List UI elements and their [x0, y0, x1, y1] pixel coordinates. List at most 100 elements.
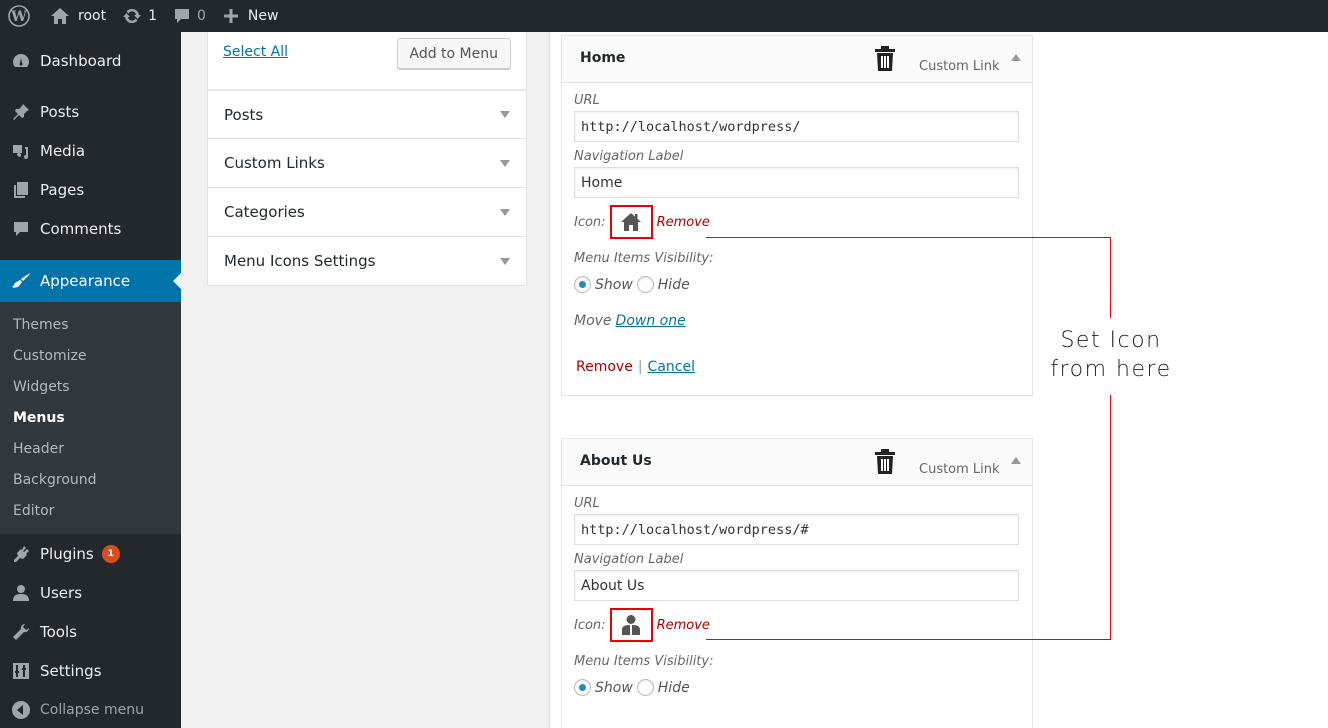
collapse-arrow-icon	[10, 699, 32, 721]
sidebar-label: Appearance	[40, 272, 131, 290]
visibility-label: Menu Items Visibility:	[574, 654, 714, 669]
sidebar-label: Comments	[40, 219, 122, 238]
icon-remove-link[interactable]: Remove	[657, 618, 710, 633]
sidebar-item-media[interactable]: Media	[0, 131, 181, 170]
menu-item-header[interactable]: About Us Custom Link	[562, 439, 1032, 486]
sidebar-item-users[interactable]: Users	[0, 573, 181, 612]
menu-item-settings: URL http://localhost/wordpress/# Navigat…	[562, 486, 1032, 696]
show-radio[interactable]	[574, 679, 591, 696]
accordion-menu-icons-settings[interactable]: Menu Icons Settings	[207, 237, 527, 286]
sidebar-item-comments[interactable]: Comments	[0, 209, 181, 248]
accordion-title: Custom Links	[224, 154, 325, 172]
icon-row: Icon: Remove	[574, 608, 1019, 642]
trash-icon[interactable]	[874, 46, 896, 76]
sidebar-label: Dashboard	[40, 51, 122, 70]
cancel-link[interactable]: Cancel	[648, 359, 695, 375]
submenu-item-background[interactable]: Background	[0, 464, 181, 495]
annotation-line-2: from here	[1050, 357, 1172, 382]
sidebar-item-posts[interactable]: Posts	[0, 92, 181, 131]
plugins-update-badge: 1	[101, 544, 120, 563]
accordion-categories[interactable]: Categories	[207, 188, 527, 237]
navigation-label-label: Navigation Label	[574, 552, 684, 567]
comments-link[interactable]: 0	[165, 0, 214, 32]
hide-radio[interactable]	[636, 679, 654, 696]
admin-sidebar: Dashboard Posts Media Pages Comments App…	[0, 32, 181, 728]
caret-up-icon[interactable]	[1011, 54, 1021, 61]
icon-picker[interactable]	[609, 608, 653, 642]
add-menu-items-panel: Select All Add to Menu Posts Custom Link…	[207, 32, 527, 286]
accordion-title: Menu Icons Settings	[224, 252, 376, 270]
submenu-item-customize[interactable]: Customize	[0, 340, 181, 371]
accordion-custom-links[interactable]: Custom Links	[207, 139, 527, 188]
new-content-link[interactable]: New	[214, 0, 287, 32]
sidebar-item-pages[interactable]: Pages	[0, 170, 181, 209]
menu-item-header[interactable]: Home Custom Link	[562, 36, 1032, 83]
hide-radio[interactable]	[636, 276, 654, 293]
visibility-radio-group: Show Hide	[574, 276, 1019, 293]
wrench-icon	[10, 621, 32, 643]
separator: |	[637, 359, 643, 375]
menu-item-home: Home Custom Link URL http://localhost/wo…	[561, 35, 1033, 396]
url-label: URL	[574, 496, 600, 511]
icon-label: Icon:	[574, 214, 606, 230]
media-icon	[10, 140, 32, 162]
visibility-label: Menu Items Visibility:	[574, 251, 714, 266]
comments-count: 0	[197, 8, 206, 24]
show-radio[interactable]	[574, 276, 591, 293]
annotation-callout: Set Icon from here	[1040, 326, 1182, 384]
accordion-title: Categories	[224, 203, 305, 221]
url-input[interactable]: http://localhost/wordpress/#	[574, 514, 1019, 545]
sidebar-label: Plugins	[40, 544, 94, 563]
site-name-link[interactable]: root	[42, 0, 114, 32]
annotation-line-bottom	[706, 639, 1111, 640]
updates-icon	[123, 8, 142, 24]
icon-remove-link[interactable]: Remove	[657, 215, 710, 230]
wordpress-logo-button[interactable]: W	[0, 0, 42, 32]
collapse-menu-button[interactable]: Collapse menu	[0, 690, 181, 728]
caret-down-icon	[500, 111, 510, 118]
move-row: Move Down one	[574, 313, 1019, 329]
hide-label: Hide	[657, 276, 690, 293]
sidebar-item-dashboard[interactable]: Dashboard	[0, 41, 181, 80]
navigation-label-label: Navigation Label	[574, 149, 684, 164]
submenu-item-themes[interactable]: Themes	[0, 309, 181, 340]
menu-item-type: Custom Link	[919, 462, 1000, 477]
accordion-title: Posts	[224, 105, 264, 124]
sidebar-label: Tools	[40, 622, 77, 641]
caret-down-icon	[500, 159, 510, 167]
submenu-item-header[interactable]: Header	[0, 433, 181, 464]
icon-picker[interactable]	[609, 205, 653, 239]
svg-text:W: W	[10, 9, 27, 25]
url-input[interactable]: http://localhost/wordpress/	[574, 111, 1019, 142]
move-down-one-link[interactable]: Down one	[616, 313, 686, 329]
annotation-line-lower-vertical	[1110, 395, 1111, 640]
updates-link[interactable]: 1	[114, 0, 165, 32]
caret-up-icon[interactable]	[1011, 457, 1021, 464]
caret-down-icon	[500, 208, 510, 216]
menu-item-about-us: About Us Custom Link URL http://localhos…	[561, 438, 1033, 728]
submenu-item-editor[interactable]: Editor	[0, 495, 181, 526]
updates-count: 1	[148, 8, 157, 24]
select-all-link[interactable]: Select All	[223, 44, 288, 60]
user-icon	[622, 615, 641, 635]
submenu-item-widgets[interactable]: Widgets	[0, 371, 181, 402]
sidebar-item-settings[interactable]: Settings	[0, 651, 181, 690]
sidebar-label: Settings	[40, 661, 102, 680]
add-to-menu-button[interactable]: Add to Menu	[396, 38, 511, 69]
visibility-radio-group: Show Hide	[574, 679, 1019, 696]
annotation-line-1: Set Icon	[1060, 328, 1162, 353]
remove-item-link[interactable]: Remove	[576, 359, 633, 375]
navigation-label-input[interactable]: About Us	[574, 570, 1019, 601]
menu-item-actions: Remove | Cancel	[574, 359, 1019, 395]
submenu-item-menus[interactable]: Menus	[0, 402, 181, 433]
navigation-label-input[interactable]: Home	[574, 167, 1019, 198]
panel-divider	[549, 32, 550, 728]
sidebar-label: Media	[40, 141, 86, 160]
trash-icon[interactable]	[874, 449, 896, 479]
accordion-posts[interactable]: Posts	[207, 90, 527, 139]
annotation-line-upper-vertical	[1110, 237, 1111, 318]
sidebar-item-tools[interactable]: Tools	[0, 612, 181, 651]
icon-label: Icon:	[574, 617, 606, 633]
sidebar-item-plugins[interactable]: Plugins 1	[0, 534, 181, 573]
sidebar-item-appearance[interactable]: Appearance	[0, 260, 181, 302]
